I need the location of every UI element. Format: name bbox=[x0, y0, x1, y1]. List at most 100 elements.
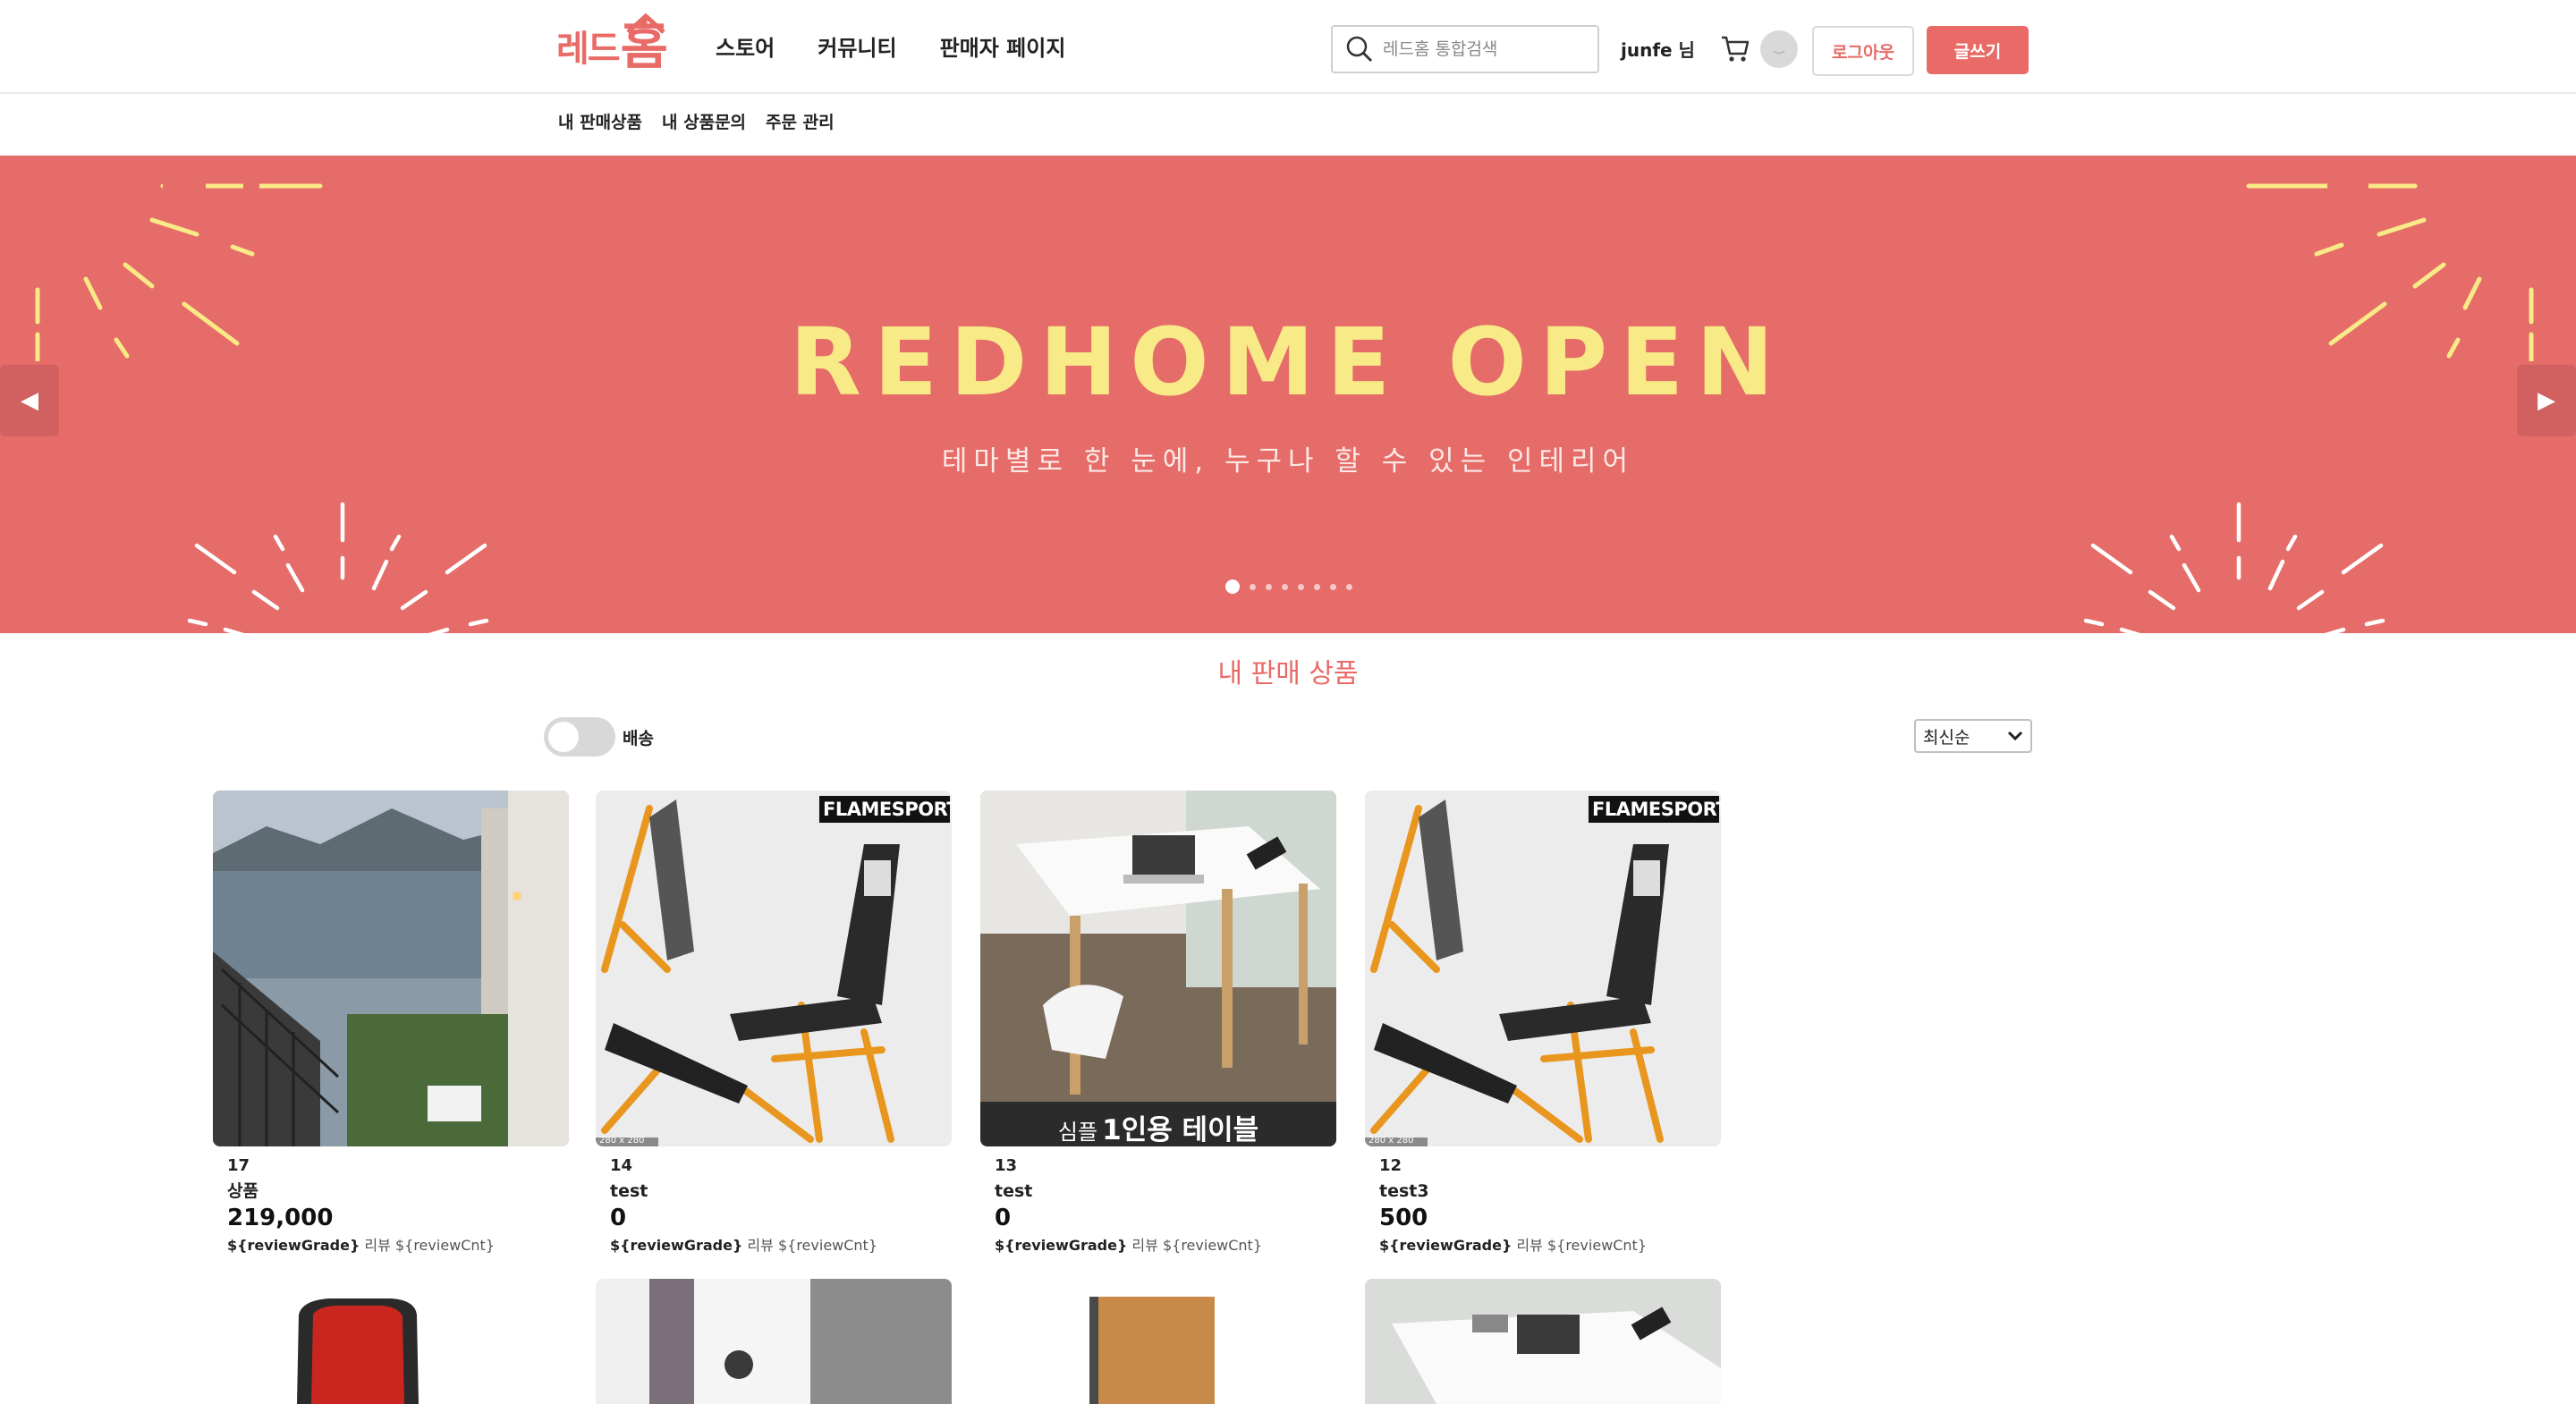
slide-dot[interactable] bbox=[1346, 583, 1352, 590]
username: junfe 님 bbox=[1621, 39, 1695, 61]
search-icon bbox=[1346, 36, 1372, 62]
product-info: 13 test 0 ${reviewGrade} 리뷰 ${reviewCnt} bbox=[980, 1146, 1336, 1259]
room-interior-image bbox=[596, 1279, 952, 1404]
product-name[interactable]: test bbox=[995, 1179, 1336, 1204]
product-image[interactable] bbox=[980, 1279, 1336, 1404]
product-image[interactable]: FLAMESPORT 280 x 280 bbox=[1365, 791, 1721, 1146]
review-grade: ${reviewGrade} bbox=[227, 1237, 360, 1254]
review-label: 리뷰 bbox=[747, 1237, 774, 1254]
review-label: 리뷰 bbox=[364, 1237, 391, 1254]
product-card[interactable]: FLAMESPORT 280 x 280 14 test 0 ${reviewG… bbox=[596, 791, 952, 1259]
nav-community[interactable]: 커뮤니티 bbox=[818, 30, 896, 62]
caption-small: 심플 bbox=[1057, 1120, 1098, 1145]
product-card[interactable] bbox=[213, 1279, 569, 1404]
product-card[interactable]: FLAMESPORT 280 x 280 12 test3 500 ${revi… bbox=[1365, 791, 1721, 1259]
logo-text-part2: 홈 bbox=[621, 13, 668, 72]
product-info: 12 test3 500 ${reviewGrade} 리뷰 ${reviewC… bbox=[1365, 1146, 1721, 1259]
caption-big: 1인용 테이블 bbox=[1102, 1114, 1259, 1146]
product-image[interactable] bbox=[1365, 1279, 1721, 1404]
page: 레드 홈 스토어 커뮤니티 판매자 페이지 junfe 님 bbox=[0, 0, 2576, 1404]
product-review: ${reviewGrade} 리뷰 ${reviewCnt} bbox=[995, 1232, 1336, 1259]
image-caption: 심플 1인용 테이블 bbox=[980, 1107, 1336, 1146]
desk-image bbox=[980, 791, 1336, 1146]
sort-select[interactable]: 최신순 bbox=[1914, 719, 2032, 753]
sort-selected-value: 최신순 bbox=[1923, 727, 1970, 748]
product-review: ${reviewGrade} 리뷰 ${reviewCnt} bbox=[1379, 1232, 1721, 1259]
review-count: ${reviewCnt} bbox=[1162, 1237, 1263, 1254]
firework-decoration-icon bbox=[187, 502, 489, 633]
main-nav: 스토어 커뮤니티 판매자 페이지 bbox=[716, 30, 1065, 62]
product-card[interactable]: 17 상품 219,000 ${reviewGrade} 리뷰 ${review… bbox=[213, 791, 569, 1259]
product-price: 0 bbox=[995, 1205, 1012, 1231]
banner-prev-button[interactable]: ◀ bbox=[0, 365, 59, 436]
red-chair-image bbox=[213, 1279, 569, 1404]
product-image[interactable]: FLAMESPORT 280 x 280 bbox=[596, 791, 952, 1146]
seaside-stairs-image bbox=[213, 791, 569, 1146]
review-grade: ${reviewGrade} bbox=[1379, 1237, 1513, 1254]
wood-cabinet-image bbox=[980, 1279, 1336, 1404]
slide-dot[interactable] bbox=[1266, 583, 1272, 590]
review-label: 리뷰 bbox=[1516, 1237, 1543, 1254]
slide-dot[interactable] bbox=[1282, 583, 1288, 590]
size-tag: 280 x 280 bbox=[1368, 1136, 1414, 1146]
product-name[interactable]: test3 bbox=[1379, 1179, 1721, 1204]
slide-dot[interactable] bbox=[1330, 583, 1336, 590]
review-grade: ${reviewGrade} bbox=[995, 1237, 1128, 1254]
seller-subnav: 내 판매상품 내 상품문의 주문 관리 bbox=[558, 109, 835, 133]
logout-button[interactable]: 로그아웃 bbox=[1812, 26, 1914, 76]
banner-subtitle: 테마별로 한 눈에, 누구나 할 수 있는 인테리어 bbox=[941, 445, 1635, 478]
slide-dot[interactable] bbox=[1298, 583, 1304, 590]
subnav-my-inquiries[interactable]: 내 상품문의 bbox=[662, 109, 746, 133]
slide-dot[interactable] bbox=[1250, 583, 1256, 590]
product-image[interactable] bbox=[213, 791, 569, 1146]
product-image[interactable]: 심플 1인용 테이블 bbox=[980, 791, 1336, 1146]
product-card[interactable] bbox=[1365, 1279, 1721, 1404]
hero-banner: REDHOME OPEN 테마별로 한 눈에, 누구나 할 수 있는 인테리어 bbox=[0, 156, 2576, 633]
product-id: 14 bbox=[610, 1156, 633, 1175]
weight-bench-image bbox=[1365, 791, 1721, 1146]
banner-title: REDHOME OPEN bbox=[789, 308, 1787, 417]
brand-label: FLAMESPORT bbox=[1592, 799, 1721, 820]
delivery-toggle[interactable] bbox=[544, 717, 615, 757]
cart-icon[interactable] bbox=[1719, 32, 1751, 64]
delivery-toggle-label: 배송 bbox=[623, 728, 654, 749]
product-price: 0 bbox=[610, 1205, 627, 1231]
chevron-down-icon bbox=[2007, 731, 2023, 741]
firework-decoration-icon bbox=[2083, 502, 2385, 633]
slide-indicator bbox=[1225, 579, 1352, 594]
banner-next-button[interactable]: ▶ bbox=[2517, 365, 2576, 436]
product-name[interactable]: 상품 bbox=[227, 1179, 569, 1204]
slide-dot[interactable] bbox=[1225, 579, 1240, 594]
product-id: 17 bbox=[227, 1156, 250, 1175]
product-image[interactable] bbox=[213, 1279, 569, 1404]
arrow-right-icon: ▶ bbox=[2538, 387, 2555, 414]
product-image[interactable] bbox=[596, 1279, 952, 1404]
nav-store[interactable]: 스토어 bbox=[716, 30, 775, 62]
product-price: 500 bbox=[1379, 1205, 1428, 1231]
section-title: 내 판매 상품 bbox=[1217, 658, 1359, 689]
logo-text-part1: 레드 bbox=[556, 29, 621, 70]
product-name[interactable]: test bbox=[610, 1179, 952, 1204]
nav-seller-page[interactable]: 판매자 페이지 bbox=[940, 30, 1066, 62]
product-id: 12 bbox=[1379, 1156, 1402, 1175]
product-review: ${reviewGrade} 리뷰 ${reviewCnt} bbox=[610, 1232, 952, 1259]
logo[interactable]: 레드 홈 bbox=[556, 13, 668, 72]
brand-label: FLAMESPORT bbox=[823, 799, 952, 820]
search-input[interactable] bbox=[1383, 39, 1589, 59]
smile-icon bbox=[1773, 50, 1785, 55]
search-box[interactable] bbox=[1331, 25, 1599, 73]
review-count: ${reviewCnt} bbox=[777, 1237, 878, 1254]
product-card[interactable] bbox=[596, 1279, 952, 1404]
subnav-my-products[interactable]: 내 판매상품 bbox=[558, 109, 642, 133]
product-id: 13 bbox=[995, 1156, 1018, 1175]
product-card[interactable] bbox=[980, 1279, 1336, 1404]
product-price: 219,000 bbox=[227, 1205, 334, 1231]
subnav-order-management[interactable]: 주문 관리 bbox=[766, 109, 835, 133]
product-review: ${reviewGrade} 리뷰 ${reviewCnt} bbox=[227, 1232, 569, 1259]
avatar[interactable] bbox=[1760, 30, 1798, 68]
review-count: ${reviewCnt} bbox=[394, 1237, 496, 1254]
slide-dot[interactable] bbox=[1314, 583, 1320, 590]
review-count: ${reviewCnt} bbox=[1546, 1237, 1648, 1254]
product-card[interactable]: 심플 1인용 테이블 13 test 0 ${reviewGrade} 리뷰 $… bbox=[980, 791, 1336, 1259]
write-button[interactable]: 글쓰기 bbox=[1927, 26, 2029, 74]
